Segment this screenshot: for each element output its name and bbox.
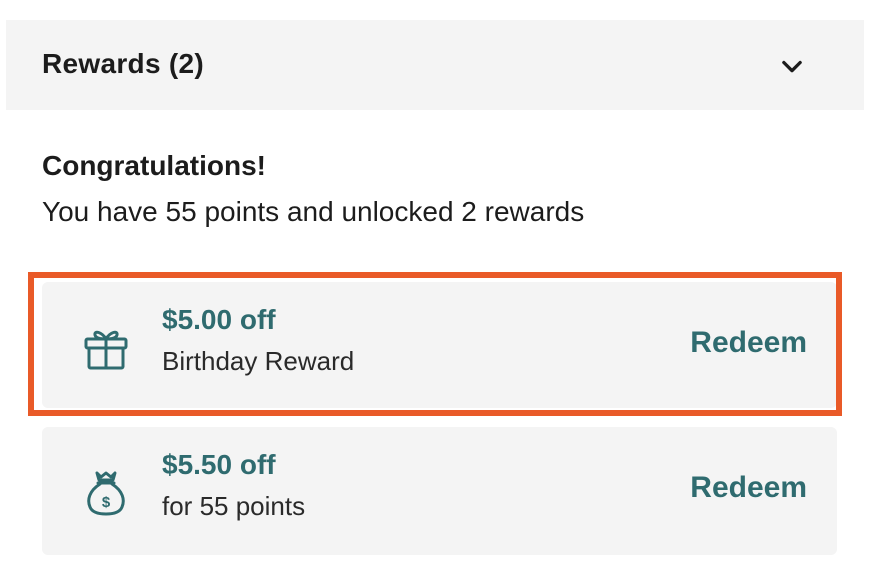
reward-description: Birthday Reward xyxy=(162,346,355,376)
rewards-panel: Rewards (2) Congratulations! You have 55… xyxy=(6,20,864,582)
gift-icon xyxy=(84,330,128,370)
redeem-button[interactable]: Redeem xyxy=(690,326,807,360)
reward-amount: $5.00 off xyxy=(162,304,276,335)
money-bag-icon: $ xyxy=(87,471,125,516)
reward-amount: $5.50 off xyxy=(162,449,276,480)
svg-text:$: $ xyxy=(102,494,111,511)
congratulations-heading: Congratulations! xyxy=(42,150,266,181)
redeem-button[interactable]: Redeem xyxy=(690,471,807,505)
points-summary-text: You have 55 points and unlocked 2 reward… xyxy=(42,196,585,227)
rewards-accordion-header[interactable]: Rewards (2) xyxy=(6,20,864,110)
reward-card-points[interactable]: $ $5.50 off for 55 points Redeem xyxy=(42,427,837,555)
chevron-down-icon[interactable] xyxy=(778,52,806,80)
reward-description: for 55 points xyxy=(162,491,306,521)
rewards-title: Rewards (2) xyxy=(42,48,205,79)
reward-card-birthday[interactable]: $5.00 off Birthday Reward Redeem xyxy=(42,282,837,408)
